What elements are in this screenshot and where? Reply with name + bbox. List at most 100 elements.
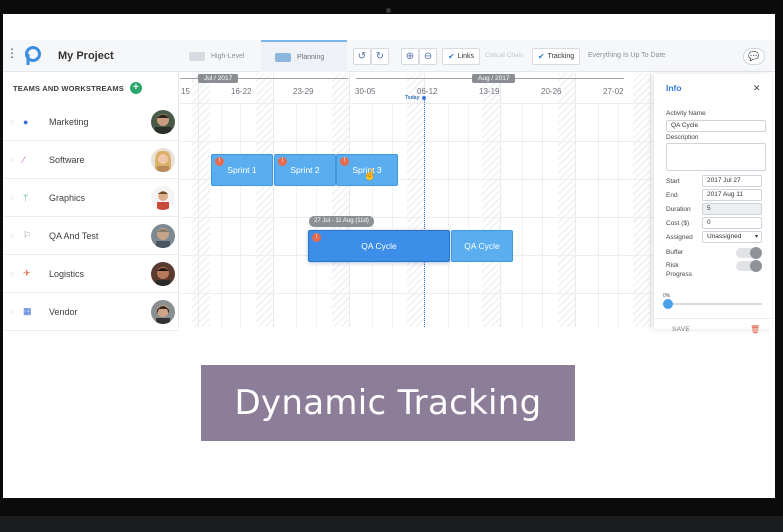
star-icon[interactable]: ☆ [9,232,15,240]
avatar[interactable] [151,261,175,286]
row-divider [180,141,656,142]
duration-field[interactable]: 5 [702,203,762,215]
team-name: Vendor [49,306,78,317]
week-label: 06-12 [417,87,438,96]
week-divider [650,73,651,327]
avatar[interactable] [151,185,175,210]
activity-name-field[interactable]: QA Cycle [666,120,766,132]
more-menu-icon[interactable]: ⋮ [6,47,18,63]
check-icon: ✔ [537,52,545,61]
assigned-value: Unassigned [707,233,742,240]
toggle-knob [750,247,762,259]
close-icon[interactable]: ✕ [753,83,761,94]
trash-icon[interactable]: 🗑 [750,325,760,334]
links-label: Links [457,53,475,60]
week-label: 16-22 [231,87,252,96]
project-title[interactable]: My Project [58,50,114,62]
week-divider [198,73,199,327]
risk-toggle[interactable] [736,260,762,272]
team-row-qa[interactable]: ☆ ⚐ QA And Test [3,217,179,255]
team-row-graphics[interactable]: ☆ ᛘ Graphics ⋮ [3,179,184,217]
avatar[interactable] [151,299,175,324]
description-field[interactable] [666,143,766,171]
layers-icon [189,51,205,61]
buffer-toggle[interactable] [736,247,762,259]
avatar[interactable] [151,147,175,172]
star-icon[interactable]: ☆ [9,270,15,278]
tab-high-level[interactable]: High-Level [175,40,258,72]
chevron-down-icon: ▾ [754,234,758,240]
team-name: QA And Test [49,230,99,241]
warning-icon: ! [215,157,224,166]
caption-text: Dynamic Tracking [234,383,542,423]
row-divider [180,217,656,218]
chat-button[interactable]: 💬 [743,48,765,65]
info-panel: Info ✕ Activity Name QA Cycle Descriptio… [654,74,772,334]
start-date-field[interactable]: 2017 Jul 27 [702,175,762,187]
week-label: 23-29 [293,87,314,96]
warning-icon: ! [278,157,287,166]
progress-slider-handle[interactable] [663,299,673,309]
duration-label: Duration [666,206,691,213]
task-bar-qa-cycle[interactable]: QA Cycle [451,230,513,262]
star-icon[interactable]: ☆ [9,194,15,202]
weekend-shading [407,73,425,327]
end-date-field[interactable]: 2017 Aug 11 [702,189,762,201]
star-icon[interactable]: ☆ [9,308,15,316]
star-icon[interactable]: ☆ [9,156,15,164]
cost-field[interactable]: 0 [702,217,762,229]
team-row-marketing[interactable]: ☆ ● Marketing [3,103,179,141]
flag-icon: ⚐ [23,230,32,240]
sync-status: Everything Is Up To Date [588,52,666,59]
teams-header-label: TEAMS AND WORKSTREAMS [13,83,125,93]
team-row-software[interactable]: ☆ ⁄ Software [3,141,179,179]
team-name: Graphics [49,192,86,203]
magic-wand-icon: ⁄ [23,154,25,165]
critical-chain-toggle[interactable]: Critical Chain [485,52,524,59]
toggle-knob [750,260,762,272]
add-team-icon[interactable]: + [130,82,143,94]
star-icon[interactable]: ☆ [9,118,15,126]
cost-label: Cost ($) [666,220,690,227]
assigned-select[interactable]: Unassigned ▾ [702,231,762,243]
task-bar-sprint-2[interactable]: ! Sprint 2 [274,154,336,186]
progress-label: Progress [666,271,693,278]
week-divider [273,73,274,327]
task-bar-qa-cycle-selected[interactable]: ! QA Cycle [308,230,450,262]
layers-icon [275,52,291,62]
device-bezel-top [0,0,783,14]
chat-icon: 💬 [748,51,760,61]
zoom-in-button[interactable]: ⊕ [401,48,419,65]
undo-icon: ↺ [357,51,367,62]
avatar[interactable] [151,109,175,134]
redo-button[interactable]: ↻ [371,48,389,65]
gantt-timeline[interactable]: Jul / 2017 Aug / 2017 15 16-22 23-29 30-… [180,73,656,327]
camera-icon [386,8,391,13]
teams-panel: TEAMS AND WORKSTREAMS + ☆ ● Marketing ☆ … [3,73,184,331]
caption-banner: Dynamic Tracking [201,365,575,441]
end-label: End [666,192,678,199]
save-button[interactable]: SAVE [672,326,690,333]
team-row-logistics[interactable]: ☆ ✈ Logistics [3,255,179,293]
team-row-vendor[interactable]: ☆ ▦ Vendor [3,293,179,331]
undo-button[interactable]: ↺ [353,48,371,65]
week-divider [575,73,576,327]
zoom-out-button[interactable]: ⊖ [419,48,437,65]
tracking-toggle[interactable]: ✔ Tracking [532,48,580,65]
links-toggle[interactable]: ✔ Links [442,48,480,65]
assigned-label: Assigned [666,234,693,241]
start-label: Start [666,178,680,185]
task-bar-sprint-1[interactable]: ! Sprint 1 [211,154,273,186]
team-name: Logistics [49,268,85,279]
tab-label: Planning [297,53,325,61]
tracking-label: Tracking [547,53,575,60]
date-range-tooltip: 27 Jul - 11 Aug (11d) [309,216,374,227]
app-screen: ⋮ My Project High-Level Planning ↺ ↻ ⊕ ⊖… [3,14,775,498]
progress-slider-track[interactable] [666,303,762,305]
week-label: 20-26 [541,87,562,96]
weekend-shading [482,73,500,327]
task-label: QA Cycle [464,241,500,251]
tab-planning[interactable]: Planning [261,40,347,72]
weekend-shading [633,73,651,327]
avatar[interactable] [151,223,175,248]
